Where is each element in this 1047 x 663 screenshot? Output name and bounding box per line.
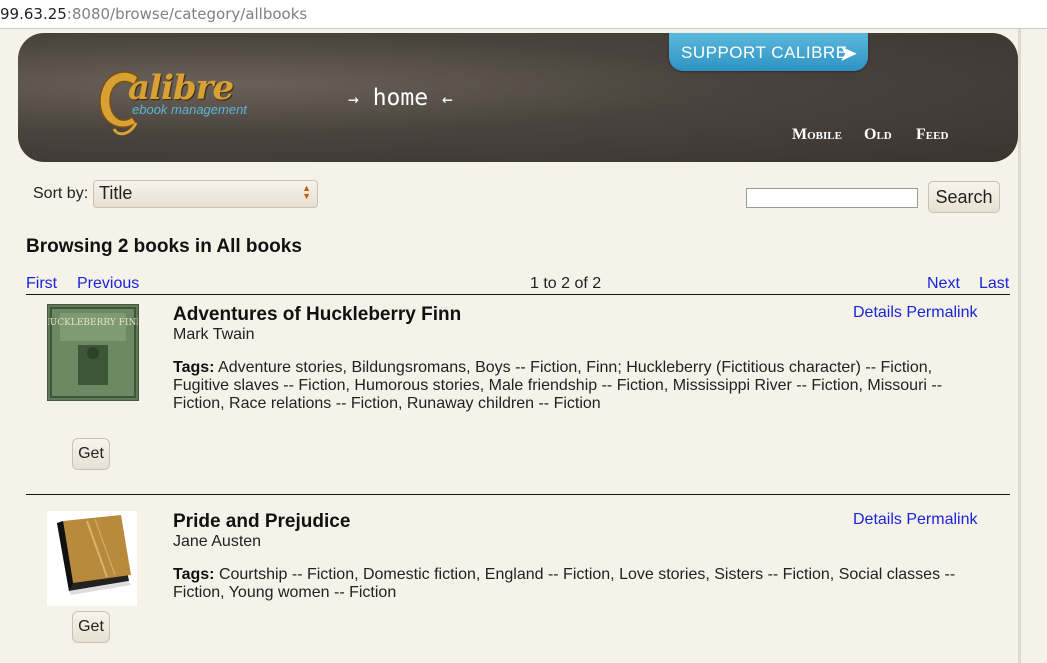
details-link[interactable]: Details bbox=[853, 304, 902, 321]
search-input[interactable] bbox=[746, 188, 918, 208]
pager-first-link[interactable]: First bbox=[26, 275, 57, 293]
url-host: 99.63.25 bbox=[0, 5, 67, 23]
tags-line: Fiction, Young women -- Fiction bbox=[173, 584, 397, 601]
pager-previous-link[interactable]: Previous bbox=[77, 275, 139, 293]
tags-label: Tags: bbox=[173, 566, 215, 583]
pager-last-link[interactable]: Last bbox=[979, 275, 1009, 293]
nav-old-link[interactable]: Old bbox=[864, 126, 892, 144]
book-tags: Tags: Courtship -- Fiction, Domestic fic… bbox=[173, 566, 963, 602]
arrow-right-icon: → bbox=[348, 89, 359, 110]
get-button[interactable]: Get bbox=[72, 438, 110, 470]
logo-subtitle: ebook management bbox=[132, 102, 247, 117]
book-title: Pride and Prejudice bbox=[173, 511, 351, 532]
cover-title: HUCKLEBERRY FINN bbox=[48, 318, 138, 328]
tags-label: Tags: bbox=[173, 359, 215, 376]
tags-line: Courtship -- Fiction, Domestic fiction, … bbox=[218, 566, 956, 583]
huck-finn-cover-icon: HUCKLEBERRY FINN bbox=[42, 307, 144, 398]
home-link[interactable]: → home ← bbox=[348, 85, 453, 111]
support-calibre-button[interactable]: SUPPORT CALIBRE ➤ bbox=[669, 33, 868, 71]
browse-heading: Browsing 2 books in All books bbox=[26, 236, 302, 257]
sort-select[interactable]: Title ▲ ▼ bbox=[93, 180, 318, 208]
chevron-right-icon: ➤ bbox=[840, 43, 857, 65]
page-body: alibre ebook management → home ← Mobile … bbox=[0, 29, 1047, 663]
permalink-link[interactable]: Permalink bbox=[906, 511, 977, 528]
book-cover-image[interactable]: HUCKLEBERRY FINN bbox=[42, 304, 144, 401]
book-author: Mark Twain bbox=[173, 326, 255, 343]
site-header: alibre ebook management → home ← Mobile … bbox=[18, 33, 1018, 162]
page-edge bbox=[1018, 29, 1021, 663]
url-path: :8080/browse/category/allbooks bbox=[66, 5, 308, 23]
nav-feed-link[interactable]: Feed bbox=[916, 126, 948, 144]
permalink-link[interactable]: Permalink bbox=[906, 304, 977, 321]
tags-line: Fiction, Race relations -- Fiction, Runa… bbox=[173, 395, 601, 412]
nav-mobile-link[interactable]: Mobile bbox=[792, 126, 842, 144]
pager-next-link[interactable]: Next bbox=[927, 275, 960, 293]
pager-count: 1 to 2 of 2 bbox=[530, 275, 602, 292]
generic-book-icon bbox=[57, 515, 131, 595]
book-title: Adventures of Huckleberry Finn bbox=[173, 304, 462, 325]
get-button[interactable]: Get bbox=[72, 611, 110, 643]
support-label: SUPPORT CALIBRE bbox=[681, 43, 848, 62]
details-link[interactable]: Details bbox=[853, 511, 902, 528]
select-updown-icon: ▲ ▼ bbox=[302, 183, 311, 201]
url-text[interactable]: 99.63.25:8080/browse/category/allbooks bbox=[0, 5, 307, 23]
book-author: Jane Austen bbox=[173, 533, 262, 550]
divider bbox=[26, 294, 1010, 295]
home-label: home bbox=[372, 85, 429, 111]
sort-label: Sort by: bbox=[33, 185, 89, 202]
tags-line: Adventure stories, Bildungsromans, Boys … bbox=[218, 359, 933, 376]
tags-line: Fugitive slaves -- Fiction, Humorous sto… bbox=[173, 377, 943, 394]
address-bar[interactable]: 99.63.25:8080/browse/category/allbooks bbox=[0, 0, 1047, 29]
book-tags: Tags: Adventure stories, Bildungsromans,… bbox=[173, 359, 963, 413]
arrow-left-icon: ← bbox=[441, 89, 453, 110]
book-cover-image[interactable] bbox=[47, 511, 137, 606]
search-button[interactable]: Search bbox=[928, 181, 1000, 213]
sort-value: Title bbox=[99, 183, 133, 203]
divider bbox=[26, 494, 1010, 495]
